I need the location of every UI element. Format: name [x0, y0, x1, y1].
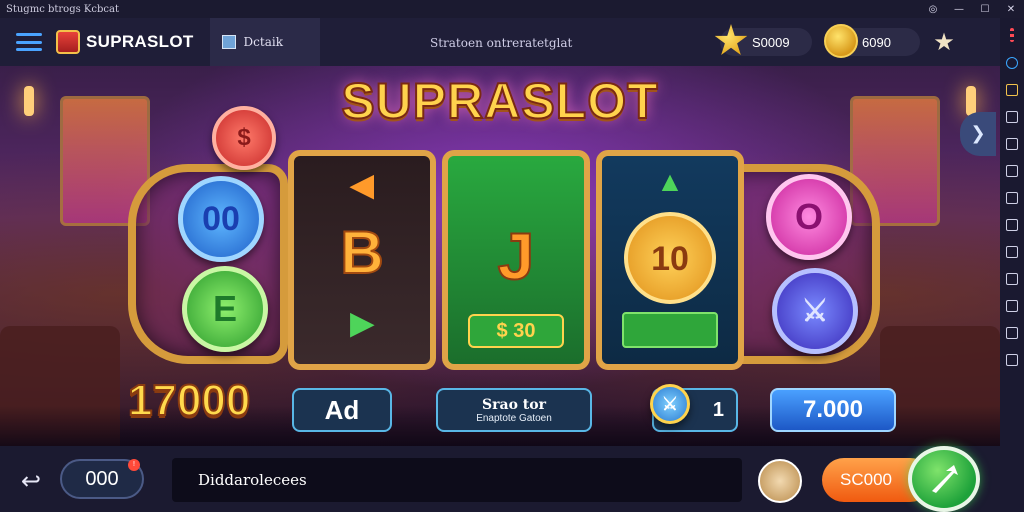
- favorite-star-icon[interactable]: ★: [928, 26, 960, 58]
- status-line-2: Enaptote Gatoen: [476, 412, 552, 424]
- stars-value: S0009: [752, 34, 790, 50]
- reel-3-middle-symbol: 10: [624, 212, 716, 304]
- settings-round-button[interactable]: [758, 459, 802, 503]
- game-title: SUPRASLOT: [340, 72, 659, 130]
- right-sidebar: [1000, 18, 1024, 512]
- minimize-button[interactable]: —: [952, 4, 966, 15]
- reel-3-top-symbol: ▲: [656, 166, 684, 197]
- chip-red: $: [212, 106, 276, 170]
- chip-blue: 00: [178, 176, 264, 262]
- sidebar-grid-icon[interactable]: [1006, 165, 1018, 177]
- status-line-1: Srao tor: [482, 396, 546, 413]
- sidebar-rotate-icon[interactable]: [1006, 327, 1018, 339]
- chip-pink: O: [766, 174, 852, 260]
- tab-label: Dctaik: [243, 35, 283, 49]
- item-count-value: 1: [712, 398, 724, 421]
- sidebar-keyboard-icon[interactable]: [1006, 192, 1018, 204]
- menu-icon[interactable]: [16, 33, 42, 51]
- ad-button[interactable]: Ad: [292, 388, 392, 432]
- coins-balance[interactable]: 6090: [824, 24, 920, 58]
- toolbar-subtitle: Stratoen ontreratetglat: [430, 36, 573, 50]
- chevron-right-icon[interactable]: ❯: [960, 112, 996, 156]
- coins-value: 6090: [862, 34, 891, 50]
- chip-purple: ⚔: [772, 268, 858, 354]
- reel-1: ◀ B ▶: [288, 150, 436, 370]
- balance-display: 7.000: [770, 388, 896, 432]
- chip-green: E: [182, 266, 268, 352]
- reel-1-middle-symbol: B: [339, 218, 384, 287]
- star-icon: [714, 24, 748, 55]
- window-title: Stugmc btrogs Kcbcat: [6, 3, 119, 15]
- reel-2-bottom-symbol: $ 30: [468, 314, 564, 348]
- reel-3: ▲ 10: [596, 150, 744, 370]
- back-icon[interactable]: ↩: [14, 464, 48, 498]
- status-panel: Srao tor Enaptote Gatoen: [436, 388, 592, 432]
- top-toolbar: SUPRASLOT Dctaik Stratoen ontreratetglat…: [0, 18, 1000, 66]
- counter-display[interactable]: 000 !: [60, 459, 144, 499]
- window-controls: ◎ — ☐ ✕: [926, 0, 1018, 18]
- close-button[interactable]: ✕: [1004, 4, 1018, 15]
- game-stage: SUPRASLOT 00 E $ O ⚔ ◀ B ▶ J $ 30 ▲ 10 1…: [0, 66, 1000, 446]
- sidebar-expand-icon[interactable]: [1006, 111, 1018, 123]
- coin-icon: [824, 24, 858, 58]
- sidebar-layers-icon[interactable]: [1006, 354, 1018, 366]
- reel-3-bottom-symbol: [622, 312, 718, 348]
- bet-label: SC000: [840, 470, 892, 489]
- spin-button[interactable]: [908, 446, 980, 512]
- sidebar-more-icon[interactable]: [1010, 28, 1014, 42]
- spin-arrow-icon: [932, 465, 958, 493]
- win-amount: 17000: [127, 375, 251, 426]
- app-name: SUPRASLOT: [86, 32, 194, 51]
- counter-badge: !: [128, 459, 140, 471]
- maximize-button[interactable]: ☐: [978, 4, 992, 15]
- counter-value: 000: [85, 467, 119, 490]
- reel-1-top-symbol: ◀: [350, 169, 374, 202]
- message-input[interactable]: Diddarolecees: [172, 458, 742, 502]
- bottom-bar: ↩ 000 ! Diddarolecees SC000: [0, 446, 1000, 512]
- sword-icon: ⚔: [650, 384, 690, 424]
- tab-icon: [221, 35, 236, 49]
- reel-2-middle-symbol: J: [497, 218, 536, 294]
- reel-1-bottom-symbol: ▶: [350, 307, 374, 340]
- sidebar-image-icon[interactable]: [1006, 246, 1018, 258]
- reel-2: J $ 30: [442, 150, 590, 370]
- sidebar-location-icon[interactable]: [1006, 219, 1018, 231]
- record-icon[interactable]: ◎: [926, 4, 940, 15]
- window-titlebar: Stugmc btrogs Kcbcat ◎ — ☐ ✕: [0, 0, 1024, 18]
- app-logo-icon: [56, 30, 80, 54]
- sidebar-folder-icon[interactable]: [1006, 273, 1018, 285]
- sidebar-device-icon[interactable]: [1006, 300, 1018, 312]
- sidebar-circle-icon[interactable]: [1006, 57, 1018, 69]
- stars-balance[interactable]: S0009: [714, 24, 812, 56]
- tab-current[interactable]: Dctaik: [209, 18, 320, 66]
- sidebar-bracket-icon[interactable]: [1006, 138, 1018, 150]
- sidebar-square-icon[interactable]: [1006, 84, 1018, 96]
